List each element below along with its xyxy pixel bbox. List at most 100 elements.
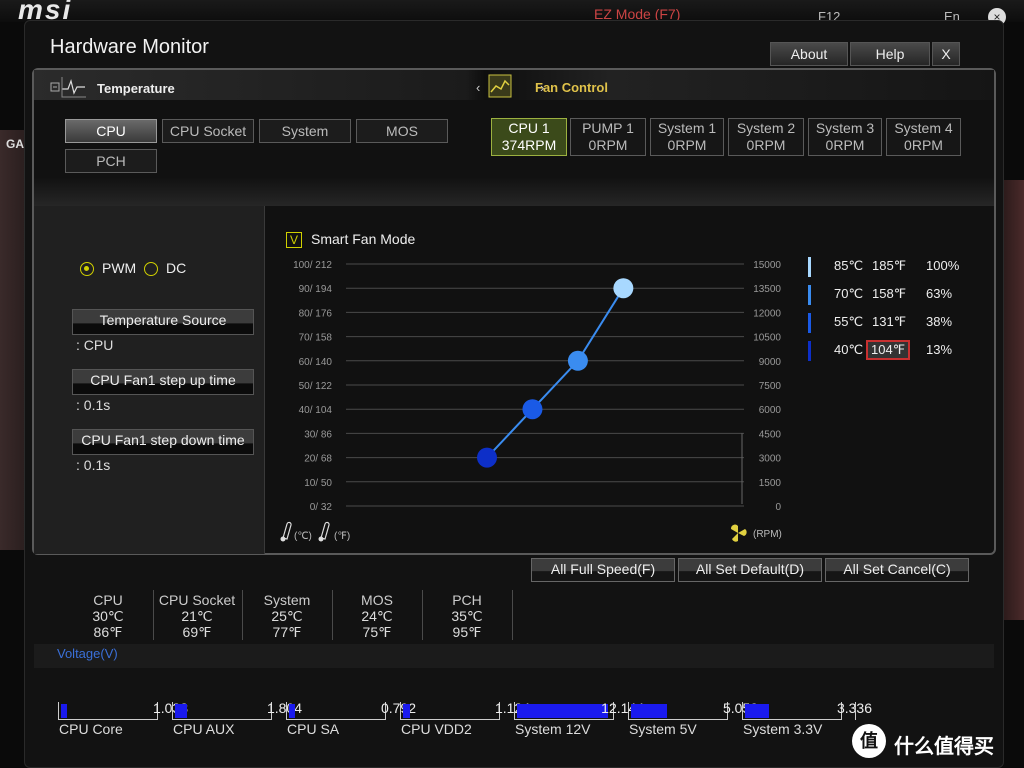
fan-curve-point[interactable] — [522, 399, 543, 420]
help-button[interactable]: Help — [850, 42, 930, 66]
curve-point-fahrenheit[interactable]: 131℉ — [872, 314, 906, 330]
left-tick-label: 100/ 212 — [293, 260, 332, 271]
source-button-cpu[interactable]: CPU — [65, 119, 157, 143]
close-button[interactable]: X — [932, 42, 960, 66]
voltage-name: CPU AUX — [173, 721, 235, 737]
voltage-bar-fill — [289, 704, 295, 718]
left-tick-label: 80/ 176 — [299, 308, 333, 319]
temperature-source-button[interactable]: Temperature Source — [72, 309, 254, 335]
curve-point-celsius[interactable]: 55℃ — [834, 314, 863, 330]
source-button-mos[interactable]: MOS — [356, 119, 448, 143]
panel-divider — [264, 206, 265, 554]
temp-celsius: 21℃ — [181, 608, 213, 624]
curve-color-bar — [808, 313, 811, 333]
window-title: Hardware Monitor — [50, 36, 209, 58]
source-button-system[interactable]: System — [259, 119, 351, 143]
smart-fan-checkbox[interactable]: V — [286, 232, 302, 248]
pwm-label: PWM — [102, 260, 137, 276]
fan-button-pump1[interactable]: PUMP 1 0RPM — [570, 118, 646, 156]
left-axis-ticks: 100/ 212 90/ 194 80/ 176 70/ 158 60/ 140 50/ … — [293, 260, 332, 513]
right-tick-label: 4500 — [759, 429, 782, 440]
fahrenheit-thermometer-icon — [318, 521, 330, 542]
all-full-speed-button[interactable]: All Full Speed(F) — [531, 558, 675, 582]
voltage-bar-fill — [175, 704, 187, 718]
fan-rpm: 0RPM — [588, 137, 628, 153]
left-tick-label: 10/ 50 — [304, 478, 332, 489]
right-tick-label: 1500 — [759, 478, 782, 489]
curve-point-percent[interactable]: 38% — [926, 314, 952, 329]
background-side-label: GA — [6, 137, 24, 151]
temperature-tab[interactable]: Temperature — [97, 81, 175, 96]
temp-fahrenheit: 95℉ — [452, 624, 482, 640]
voltage-bar-fill — [61, 704, 67, 718]
temp-fahrenheit: 75℉ — [362, 624, 392, 640]
fan-rpm: 0RPM — [667, 137, 707, 153]
temperature-graph-icon — [50, 77, 86, 98]
fan-curve-point[interactable] — [567, 350, 588, 371]
curve-point-celsius[interactable]: 40℃ — [834, 342, 863, 358]
panel-band — [34, 178, 994, 206]
curve-color-bar — [808, 257, 811, 277]
source-button-cpu-socket[interactable]: CPU Socket — [162, 119, 254, 143]
right-tick-label: 6000 — [759, 405, 782, 416]
temp-name: MOS — [361, 592, 393, 608]
fan-curve — [486, 287, 625, 459]
source-button-pch[interactable]: PCH — [65, 149, 157, 173]
voltage-name: CPU SA — [287, 721, 340, 737]
fan-curve-point[interactable] — [477, 447, 497, 468]
step-down-time-button[interactable]: CPU Fan1 step down time — [72, 429, 254, 455]
curve-point-percent[interactable]: 63% — [926, 286, 952, 301]
curve-point-percent[interactable]: 100% — [926, 258, 959, 273]
fan-button-cpu1[interactable]: CPU 1 374RPM — [491, 118, 567, 156]
right-tick-label: 3000 — [759, 454, 782, 465]
fan-button-system4[interactable]: System 4 0RPM — [886, 118, 961, 156]
fan-button-system1[interactable]: System 1 0RPM — [650, 118, 724, 156]
left-tick-label: 70/ 158 — [299, 333, 333, 344]
background-top-bar — [0, 0, 1024, 22]
temp-name: CPU Socket — [158, 592, 236, 608]
background-right-panel — [1002, 180, 1024, 620]
fan-control-tab[interactable]: Fan Control — [535, 80, 608, 95]
fan-curve-point[interactable] — [613, 278, 634, 299]
left-tick-label: 40/ 104 — [299, 405, 333, 416]
voltage-header — [34, 644, 994, 668]
fan-button-system3[interactable]: System 3 0RPM — [808, 118, 882, 156]
fan-curve-chart[interactable]: 100/ 212 90/ 194 80/ 176 70/ 158 60/ 140 50/ … — [266, 250, 796, 548]
voltage-name: CPU VDD2 — [401, 721, 472, 737]
curve-point-celsius[interactable]: 85℃ — [834, 258, 863, 274]
step-down-time-value: : 0.1s — [76, 457, 111, 473]
voltage-bar-fill — [631, 704, 667, 718]
right-tick-label: 13500 — [753, 284, 781, 295]
about-button[interactable]: About — [770, 42, 848, 66]
fan-name: CPU 1 — [508, 120, 550, 136]
temp-fahrenheit: 77℉ — [272, 624, 302, 640]
left-tick-label: 30/ 86 — [304, 429, 332, 440]
temp-fahrenheit: 69℉ — [182, 624, 212, 640]
curve-point-fahrenheit[interactable]: 185℉ — [872, 258, 906, 274]
right-tick-label: 0 — [775, 502, 781, 513]
left-tick-label: 60/ 140 — [299, 357, 333, 368]
fan-name: PUMP 1 — [582, 120, 634, 136]
fan-curve-icon — [488, 74, 512, 98]
curve-point-fahrenheit[interactable]: 158℉ — [872, 286, 906, 302]
dc-radio[interactable] — [144, 262, 158, 276]
pwm-radio[interactable] — [80, 262, 94, 276]
fahrenheit-unit: (℉) — [334, 531, 350, 542]
temp-celsius: 35℃ — [451, 608, 483, 624]
voltage-value: 3.336 — [836, 700, 872, 716]
voltage-bar-fill — [745, 704, 769, 718]
curve-point-percent[interactable]: 13% — [926, 342, 952, 357]
right-tick-label: 7500 — [759, 381, 782, 392]
step-up-time-button[interactable]: CPU Fan1 step up time — [72, 369, 254, 395]
temp-celsius: 24℃ — [361, 608, 393, 624]
fan-rpm: 0RPM — [825, 137, 865, 153]
curve-point-celsius[interactable]: 70℃ — [834, 286, 863, 302]
temp-readout-pch: PCH 35℃ 95℉ — [422, 592, 512, 640]
voltage-label: Voltage(V) — [57, 646, 118, 661]
left-tick-label: 50/ 122 — [299, 381, 333, 392]
curve-point-fahrenheit[interactable]: 104℉ — [866, 340, 911, 360]
fan-button-system2[interactable]: System 2 0RPM — [728, 118, 804, 156]
all-set-default-button[interactable]: All Set Default(D) — [678, 558, 822, 582]
all-set-cancel-button[interactable]: All Set Cancel(C) — [825, 558, 969, 582]
voltage-name: System 5V — [629, 721, 697, 737]
